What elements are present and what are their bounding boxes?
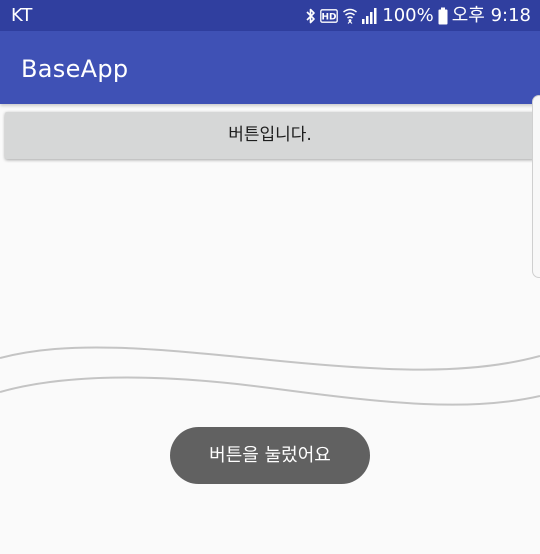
battery-percent: 100%: [382, 5, 434, 26]
hd-voice-icon: HD: [320, 9, 339, 23]
wifi-icon: [342, 7, 358, 25]
toast-message: 버튼을 눌렀어요: [170, 427, 370, 484]
carrier-label: KT: [11, 5, 33, 26]
app-title: BaseApp: [21, 55, 129, 83]
battery-icon: [438, 7, 448, 25]
bluetooth-icon: [306, 7, 316, 25]
main-button[interactable]: 버튼입니다.: [5, 112, 535, 159]
status-icons: HD 100% 오후 9:18: [306, 4, 531, 28]
status-bar: KT HD 100% 오후 9:18: [0, 0, 540, 31]
app-screen: KT HD 100% 오후 9:18 BaseApp 버튼입니다. 버튼을 눌렀…: [0, 0, 540, 554]
edge-panel-handle[interactable]: [532, 95, 540, 278]
clock: 오후 9:18: [451, 5, 531, 26]
hd-label: HD: [322, 13, 337, 23]
signal-icon: [362, 7, 378, 25]
wave-decoration: [0, 346, 540, 406]
app-bar: BaseApp: [0, 31, 540, 104]
